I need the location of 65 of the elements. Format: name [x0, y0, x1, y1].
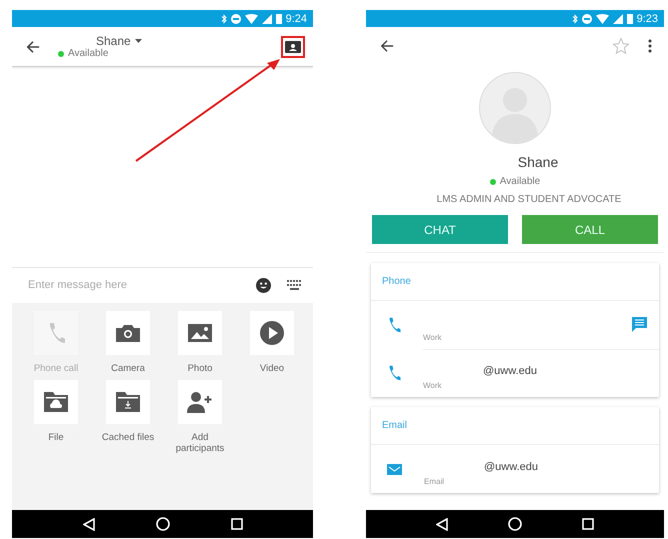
section-heading: Email — [371, 407, 659, 445]
do-not-disturb-icon — [582, 14, 592, 24]
contact-name[interactable]: Shane — [96, 34, 131, 48]
more-icon[interactable] — [648, 39, 652, 53]
attachment-tile[interactable] — [106, 380, 150, 424]
add-person-icon — [187, 390, 213, 413]
signal-icon — [262, 14, 272, 24]
recents-icon[interactable] — [230, 518, 242, 530]
presence-dot — [490, 178, 496, 184]
attachment-label: Add participants — [174, 432, 226, 455]
message-input[interactable]: Enter message here — [26, 278, 240, 292]
job-title: LMS ADMIN AND STUDENT ADVOCATE — [436, 194, 622, 205]
photo-icon — [188, 324, 212, 342]
entry-type-label: Work — [423, 333, 443, 342]
bluetooth-icon — [572, 14, 578, 24]
envelope-icon — [387, 464, 402, 474]
status-time: 9:23 — [636, 12, 658, 24]
back-arrow-icon[interactable] — [26, 40, 40, 54]
message-icon[interactable] — [632, 317, 647, 332]
attachment-tile[interactable] — [178, 380, 222, 424]
profile-name: Shane — [516, 154, 558, 170]
entry-type-label: Work — [423, 381, 443, 390]
home-icon[interactable] — [156, 517, 170, 531]
phone-icon — [47, 322, 65, 344]
dropdown-caret-icon[interactable] — [134, 39, 142, 43]
home-icon[interactable] — [508, 517, 522, 531]
battery-icon — [626, 14, 633, 24]
presence-status: Available — [68, 48, 108, 59]
bluetooth-icon — [220, 14, 227, 24]
attachment-tile[interactable] — [106, 310, 150, 354]
star-icon[interactable] — [612, 37, 630, 55]
wifi-icon — [244, 14, 258, 24]
phone-icon — [387, 317, 401, 333]
status-time: 9:24 — [286, 12, 307, 24]
signal-icon — [612, 14, 623, 24]
contact-value[interactable]: @uww.edu — [424, 461, 659, 473]
emoji-icon[interactable] — [256, 278, 271, 292]
recents-icon[interactable] — [582, 518, 594, 530]
presence-dot — [58, 50, 64, 56]
download-folder-icon — [116, 392, 140, 412]
back-arrow-icon[interactable] — [380, 39, 394, 53]
attachment-label: Phone call — [32, 362, 80, 374]
section-heading: Phone — [371, 263, 659, 301]
attachment-label: Cached files — [100, 432, 156, 444]
cloud-folder-icon — [44, 392, 68, 412]
camera-icon — [116, 324, 140, 342]
play-icon — [260, 320, 284, 344]
wifi-icon — [596, 14, 609, 24]
avatar — [479, 72, 551, 144]
attachment-label: Photo — [186, 362, 214, 374]
attachment-label: Video — [258, 362, 286, 374]
phone-icon — [387, 365, 401, 381]
back-icon[interactable] — [82, 518, 94, 530]
attachment-tile[interactable] — [34, 380, 78, 424]
attachment-tile[interactable] — [178, 310, 222, 354]
attachment-label: File — [47, 432, 65, 444]
keyboard-icon[interactable] — [287, 280, 303, 290]
do-not-disturb-icon — [230, 14, 241, 24]
attachment-label: Camera — [110, 362, 146, 374]
presence-status: Available — [500, 176, 540, 187]
entry-type-label: Email — [424, 477, 446, 486]
battery-icon — [276, 14, 282, 24]
back-icon[interactable] — [436, 518, 448, 530]
contact-value[interactable]: @uww.edu — [423, 365, 659, 377]
attachment-tile[interactable] — [250, 310, 294, 354]
